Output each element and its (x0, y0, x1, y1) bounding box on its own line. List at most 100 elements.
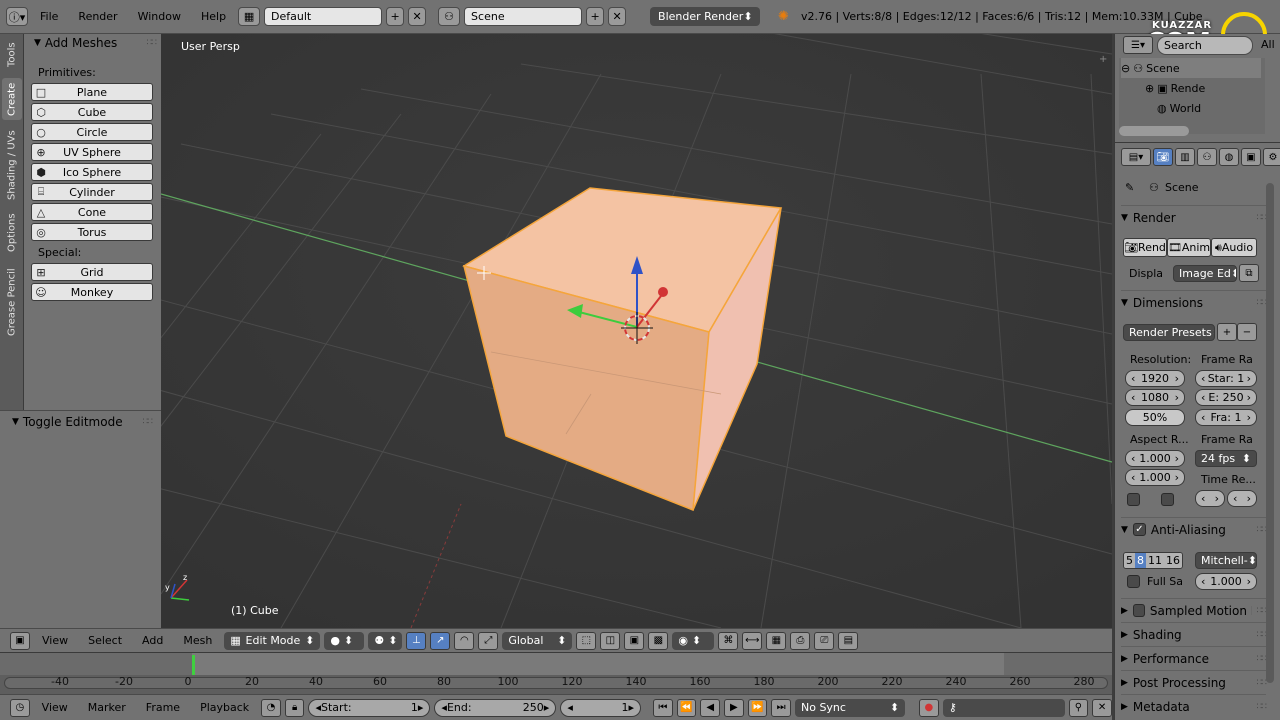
timeline-menu-view[interactable]: View (34, 701, 76, 714)
face-select-icon[interactable]: ▣ (624, 631, 645, 650)
frame-end-field[interactable]: ‹ E: 250 › (1195, 389, 1257, 406)
3d-viewport[interactable]: y z + User Persp (1) Cube (161, 34, 1112, 628)
crop-checkbox[interactable] (1161, 493, 1174, 506)
panel-grip-icon[interactable]: ∷∷ (1257, 525, 1268, 535)
collapse-icon[interactable]: ⊖ (1121, 62, 1130, 75)
translate-manipulator-icon[interactable]: ↗ (430, 631, 451, 650)
screen-layout-field[interactable]: Default (264, 7, 383, 26)
panel-grip-icon[interactable]: ∷∷ (1257, 678, 1268, 688)
lock-interface-icon[interactable]: ⧉ (1239, 264, 1259, 282)
anti-aliasing-checkbox[interactable]: ✓ (1132, 523, 1146, 536)
tab-tools[interactable]: Tools (2, 38, 22, 72)
aspect-y-field[interactable]: ‹ 1.000 › (1125, 469, 1185, 486)
remove-layout-icon[interactable]: ✕ (408, 7, 427, 26)
limit-selection-icon[interactable]: ▩ (648, 631, 669, 650)
add-preset-icon[interactable]: + (1217, 323, 1237, 341)
add-cylinder-button[interactable]: ⌸ Cylinder (31, 183, 153, 201)
current-frame-field[interactable]: ◂ 1 ▸ (560, 698, 642, 717)
render-engine-select[interactable]: Blender Render ⬍ (650, 7, 761, 26)
pin-icon[interactable]: ✎ (1125, 181, 1134, 194)
object-context-icon[interactable]: ▣ (1241, 148, 1261, 166)
opengl-anim-icon[interactable]: ⎚ (814, 631, 835, 650)
rotate-manipulator-icon[interactable]: ◠ (454, 631, 475, 650)
full-sample-checkbox[interactable] (1127, 575, 1140, 588)
aa-samples-8[interactable]: 8 (1135, 553, 1146, 568)
render-presets-select[interactable]: Render Presets⬍ (1123, 324, 1215, 341)
outliner-row-scene[interactable]: ⊖ ⚇ Scene (1121, 58, 1261, 78)
panel-grip-icon[interactable]: ∷∷ (1257, 654, 1268, 664)
outliner-scrollbar[interactable] (1119, 126, 1189, 136)
mode-select[interactable]: ▦ Edit Mode ⬍ (224, 631, 321, 650)
tab-options[interactable]: Options (2, 210, 22, 256)
manipulator-toggle-icon[interactable]: ⊥ (406, 631, 427, 650)
jump-keyframe-forward-icon[interactable]: ⏩ (747, 698, 768, 717)
render-still-button[interactable]: 📷︎ Rend (1123, 238, 1167, 257)
display-select[interactable]: Image Ed⬍ (1173, 265, 1237, 282)
edge-select-icon[interactable]: ◫ (600, 631, 621, 650)
timeline-menu-frame[interactable]: Frame (138, 701, 188, 714)
info-editor-type-icon[interactable]: ⓘ▾ (6, 7, 28, 26)
add-torus-button[interactable]: ◎ Torus (31, 223, 153, 241)
panel-grip-icon[interactable]: ∷∷ (147, 38, 158, 48)
timeline-editor-type-icon[interactable]: ◷ (10, 698, 30, 717)
panel-grip-icon[interactable]: ∷∷ (1257, 298, 1268, 308)
menu-window[interactable]: Window (130, 10, 189, 23)
remove-scene-icon[interactable]: ✕ (608, 7, 627, 26)
tab-create[interactable]: Create (2, 78, 22, 120)
dimensions-panel-header[interactable]: ▼ Dimensions ∷∷ (1121, 290, 1268, 314)
modifiers-context-icon[interactable]: ⚙ (1263, 148, 1280, 166)
scene-selector-icon[interactable]: ⚇ (438, 7, 461, 26)
snap-toggle-icon[interactable]: ⌘ (718, 631, 739, 650)
area-split-corner-icon[interactable]: + (1099, 54, 1107, 65)
insert-keyframe-icon[interactable]: ⚲ (1068, 698, 1089, 717)
timeline-menu-marker[interactable]: Marker (80, 701, 134, 714)
add-ico-sphere-button[interactable]: ⬢ Ico Sphere (31, 163, 153, 181)
render-layers-context-icon[interactable]: ▥ (1175, 148, 1195, 166)
aa-filter-select[interactable]: Mitchell- ⬍ (1195, 552, 1257, 569)
current-frame-cursor[interactable] (192, 655, 195, 675)
panel-header-sampled-motion-bl[interactable]: ▶ Sampled Motion Bl ∷∷ (1121, 598, 1268, 622)
frame-step-field[interactable]: ‹ Fra: 1 › (1195, 409, 1257, 426)
end-frame-field[interactable]: ◂ End: 250 ▸ (434, 698, 557, 717)
resolution-percentage-field[interactable]: 50% (1125, 409, 1185, 426)
start-frame-field[interactable]: ◂ Start: 1 ▸ (308, 698, 431, 717)
lock-range-icon[interactable]: 🔒︎ (284, 698, 305, 717)
delete-keyframe-icon[interactable]: ✕ (1092, 698, 1112, 717)
tab-shading-uvs[interactable]: Shading / UVs (2, 126, 22, 204)
anti-aliasing-panel-header[interactable]: ▼ ✓ Anti-Aliasing ∷∷ (1121, 517, 1268, 541)
menu-mesh[interactable]: Mesh (175, 634, 220, 647)
snap-element-icon[interactable]: ⟷ (742, 631, 763, 650)
menu-help[interactable]: Help (193, 10, 234, 23)
outliner-editor-type-icon[interactable]: ☰▾ (1123, 36, 1153, 54)
frame-rate-select[interactable]: 24 fps ⬍ (1195, 450, 1257, 467)
add-cone-button[interactable]: △ Cone (31, 203, 153, 221)
properties-scrollbar[interactable] (1266, 183, 1274, 683)
pivot-point-select[interactable]: ⚉ ⬍ (368, 631, 403, 650)
jump-start-icon[interactable]: ⏮ (653, 698, 673, 717)
add-meshes-panel-header[interactable]: ▼ Add Meshes ∷∷ (34, 34, 158, 50)
menu-select[interactable]: Select (80, 634, 130, 647)
outliner-filter-label[interactable]: All (1261, 38, 1275, 51)
play-icon[interactable]: ▶ (724, 698, 744, 717)
expand-icon[interactable]: ⊕ (1145, 82, 1154, 95)
outliner-search-field[interactable]: Search (1157, 36, 1253, 55)
add-uv-sphere-button[interactable]: ⊕ UV Sphere (31, 143, 153, 161)
add-scene-icon[interactable]: + (586, 7, 605, 26)
remove-preset-icon[interactable]: − (1237, 323, 1257, 341)
editor-type-icon[interactable]: ▣ (10, 631, 30, 650)
render-context-icon[interactable]: 📷︎ (1153, 148, 1173, 166)
panel-grip-icon[interactable]: ∷∷ (1257, 702, 1268, 712)
menu-file[interactable]: File (32, 10, 66, 23)
frame-start-field[interactable]: ‹ Star: 1 › (1195, 370, 1257, 387)
add-circle-button[interactable]: ○ Circle (31, 123, 153, 141)
keying-set-select[interactable]: ⚷ (942, 698, 1065, 717)
play-reverse-icon[interactable]: ◀ (700, 698, 721, 717)
add-layout-icon[interactable]: + (386, 7, 405, 26)
add-cube-button[interactable]: ⬡ Cube (31, 103, 153, 121)
panel-grip-icon[interactable]: ∷∷ (1257, 213, 1268, 223)
filter-size-field[interactable]: ‹ 1.000 › (1195, 573, 1257, 590)
panel-grip-icon[interactable]: ∷∷ (1257, 606, 1268, 616)
jump-keyframe-back-icon[interactable]: ⏪ (676, 698, 697, 717)
time-remap-new-field[interactable]: ‹ › (1227, 490, 1257, 507)
aa-samples-selector[interactable]: 5 8 11 16 (1123, 552, 1183, 569)
